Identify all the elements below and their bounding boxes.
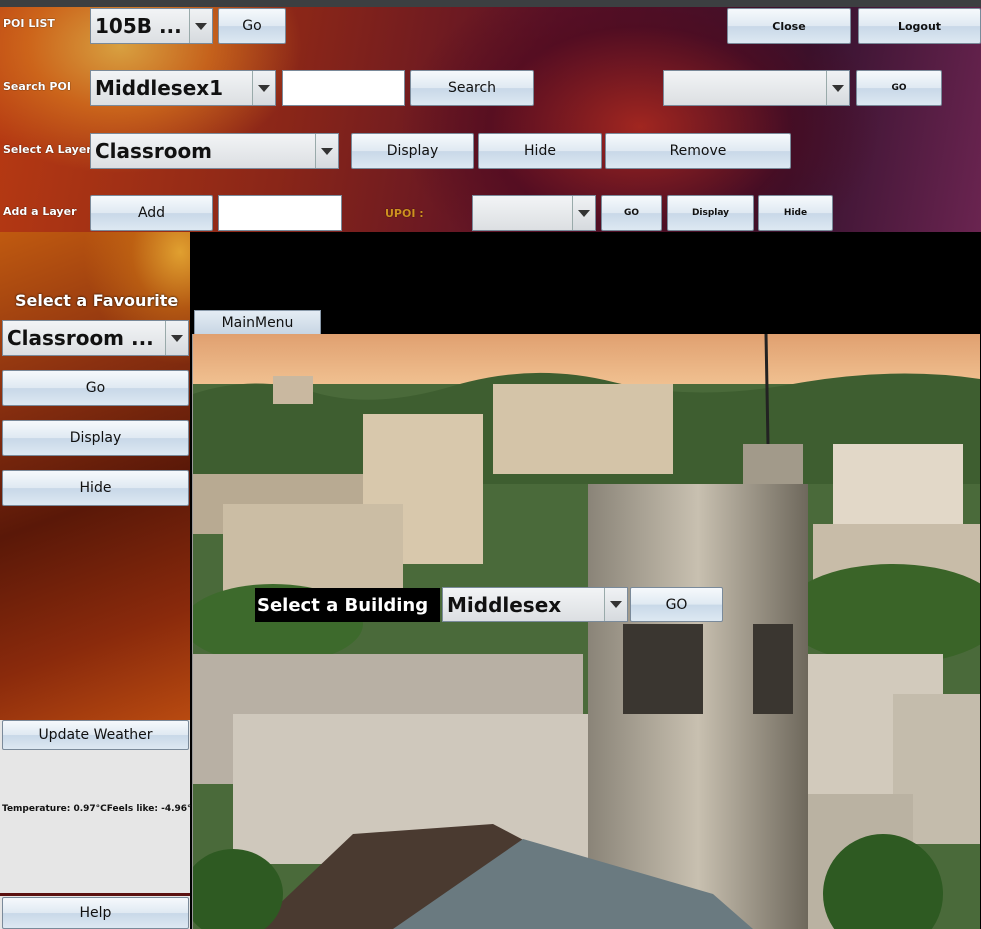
close-button[interactable]: Close: [727, 8, 851, 44]
chevron-down-icon[interactable]: [189, 9, 212, 43]
weather-readout: Temperature: 0.97°CFeels like: -4.96°C: [2, 804, 199, 814]
building-value: Middlesex: [447, 592, 562, 617]
layer-remove-button[interactable]: Remove: [605, 133, 791, 169]
upoi-display-button[interactable]: Display: [667, 195, 754, 231]
logout-button[interactable]: Logout: [858, 8, 981, 44]
chevron-down-icon[interactable]: [165, 321, 188, 355]
right-select[interactable]: [663, 70, 850, 106]
campus-photo: [192, 334, 980, 929]
favourite-go-button[interactable]: Go: [2, 370, 189, 406]
divider: [0, 893, 190, 896]
favourite-hide-button[interactable]: Hide: [2, 470, 189, 506]
chevron-down-icon[interactable]: [252, 71, 275, 105]
poi-list-value: 105B ...: [95, 14, 182, 38]
add-layer-button[interactable]: Add: [90, 195, 213, 231]
building-go-button[interactable]: GO: [630, 587, 723, 622]
update-weather-button[interactable]: Update Weather: [2, 720, 189, 750]
poi-list-label: POI LIST: [3, 17, 55, 30]
search-building-select[interactable]: Middlesex1: [90, 70, 276, 106]
layer-select[interactable]: Classroom: [90, 133, 339, 169]
chevron-down-icon[interactable]: [315, 134, 338, 168]
chevron-down-icon[interactable]: [604, 588, 627, 621]
select-building-label: Select a Building: [255, 588, 440, 622]
add-layer-label: Add a Layer: [3, 205, 77, 218]
favourite-display-button[interactable]: Display: [2, 420, 189, 456]
favourite-select[interactable]: Classroom ...: [2, 320, 189, 356]
building-select[interactable]: Middlesex: [442, 587, 628, 622]
window-titlebar: [0, 0, 981, 7]
upoi-label: UPOI :: [385, 207, 424, 220]
poi-go-button[interactable]: Go: [218, 8, 286, 44]
search-poi-label: Search POI: [3, 80, 71, 93]
upoi-select[interactable]: [472, 195, 596, 231]
layer-display-button[interactable]: Display: [351, 133, 474, 169]
poi-list-select[interactable]: 105B ...: [90, 8, 213, 44]
select-layer-label: Select A Layer: [3, 143, 92, 156]
right-go-button[interactable]: GO: [856, 70, 942, 106]
map-header-gap: [190, 232, 981, 308]
favourite-value: Classroom ...: [7, 326, 154, 350]
favourite-title: Select a Favourite: [15, 291, 179, 310]
search-building-value: Middlesex1: [95, 76, 224, 100]
chevron-down-icon[interactable]: [826, 71, 849, 105]
upoi-hide-button[interactable]: Hide: [758, 195, 833, 231]
upoi-go-button[interactable]: GO: [601, 195, 662, 231]
layer-hide-button[interactable]: Hide: [478, 133, 602, 169]
tab-mainmenu[interactable]: MainMenu: [194, 310, 321, 334]
search-button[interactable]: Search: [410, 70, 534, 106]
search-input[interactable]: [282, 70, 405, 106]
help-button[interactable]: Help: [2, 897, 189, 929]
layer-value: Classroom: [95, 139, 213, 163]
chevron-down-icon[interactable]: [572, 196, 595, 230]
add-layer-input[interactable]: [218, 195, 342, 231]
